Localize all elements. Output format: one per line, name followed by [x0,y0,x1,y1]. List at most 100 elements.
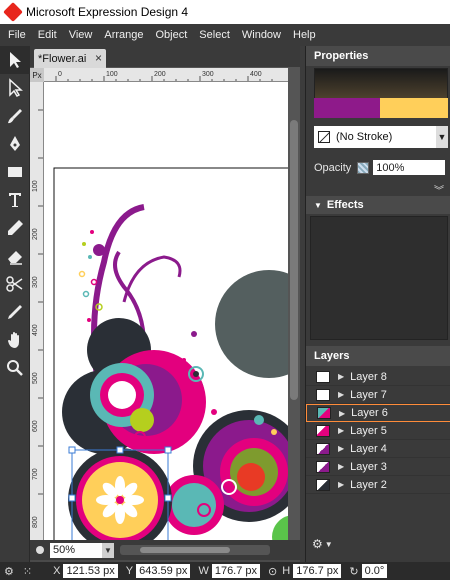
width-field[interactable]: 176.7 px [211,564,261,578]
rotate-icon: ↻ [349,565,359,578]
layer-row[interactable]: ▶ Layer 3 [306,458,450,476]
expand-arrow-icon[interactable]: ▶ [338,444,344,453]
selection-tool[interactable] [0,46,30,74]
expand-arrow-icon[interactable]: ▶ [338,462,344,471]
selection-arrow-icon [10,52,21,68]
effects-expand-icon: ▼ [314,200,322,210]
layers-options-gear-icon[interactable]: ⚙ [312,537,323,551]
collapse-chevron-icon[interactable]: ︾ [434,182,444,197]
hand-icon [8,332,19,348]
ruler-top-label: 300 [202,71,214,78]
swatch-purple[interactable] [314,98,380,118]
opacity-field[interactable]: 100% [373,160,446,175]
layer-thumbnail [317,407,331,419]
expand-arrow-icon[interactable]: ▶ [338,372,344,381]
x-label: X [53,565,61,577]
vertical-scrollbar[interactable] [288,68,300,552]
artboard-canvas[interactable] [44,82,288,552]
layer-thumbnail [316,388,330,401]
stroke-value: (No Stroke) [336,131,393,143]
zoom-bar: 50% ▼ [30,540,300,560]
eraser-icon [8,251,22,265]
eyedropper-icon [8,305,22,319]
layer-name: Layer 3 [350,460,387,473]
layer-row[interactable]: ▶ Layer 8 [306,368,450,386]
layer-thumbnail [316,478,330,491]
brush-tool[interactable] [0,102,30,130]
expand-arrow-icon[interactable]: ▶ [338,480,344,489]
ruler-top-label: 0 [58,71,62,78]
ruler-left-label: 800 [32,516,39,528]
layer-row[interactable]: ▶ Layer 2 [306,476,450,494]
layers-header: Layers [306,346,450,366]
document-area: *Flower.ai × Px 0 100 200 300 400 100 20… [30,46,300,566]
rectangle-tool[interactable] [0,158,30,186]
ruler-left-label: 700 [32,468,39,480]
horizontal-scrollbar[interactable] [120,545,270,555]
flower-artwork [53,167,288,552]
expand-arrow-icon[interactable]: ▶ [338,426,344,435]
zoom-value: 50% [53,544,76,556]
menu-bar: File Edit View Arrange Object Select Win… [0,24,450,46]
menu-object[interactable]: Object [150,29,194,41]
menu-help[interactable]: Help [287,29,322,41]
height-field[interactable]: 176.7 px [293,564,342,578]
angle-field[interactable]: 0.0° [361,564,388,578]
menu-edit[interactable]: Edit [32,29,63,41]
menu-view[interactable]: View [63,29,99,41]
hand-tool[interactable] [0,326,30,354]
scissors-tool[interactable] [0,270,30,298]
opacity-checker-icon [357,161,370,174]
chevron-down-icon[interactable]: ▼ [325,540,333,549]
zoom-indicator-icon [36,546,44,554]
zoom-tool[interactable] [0,354,30,382]
swatch-yellow[interactable] [380,98,448,118]
rectangle-icon [8,167,22,177]
registration-point-icon[interactable]: ⁙ [23,565,32,578]
h-label: H [282,565,291,577]
magnifier-icon [7,360,23,376]
opacity-label: Opacity [314,161,352,174]
layers-list: ▶ Layer 8 ▶ Layer 7 ▶ Layer 6 ▶ Layer 5 … [306,368,450,494]
layer-row[interactable]: ▶ Layer 7 [306,386,450,404]
vertical-scroll-thumb[interactable] [290,120,298,400]
layer-name: Layer 6 [351,407,388,419]
pencil-tool[interactable] [0,214,30,242]
ruler-left-label: 100 [32,180,39,192]
direct-selection-tool[interactable] [0,74,30,102]
text-tool[interactable] [0,186,30,214]
layer-row[interactable]: ▶ Layer 4 [306,440,450,458]
horizontal-scroll-thumb[interactable] [140,547,230,553]
expand-arrow-icon[interactable]: ▶ [339,409,345,418]
document-tab-row: *Flower.ai × [30,46,300,68]
y-position-field[interactable]: 643.59 px [136,564,191,578]
expand-arrow-icon[interactable]: ▶ [338,390,344,399]
menu-arrange[interactable]: Arrange [98,29,149,41]
pen-tool[interactable] [0,130,30,158]
menu-window[interactable]: Window [236,29,287,41]
chevron-down-icon[interactable]: ▼ [102,542,114,558]
layer-name: Layer 7 [350,388,387,401]
layer-row-selected[interactable]: ▶ Layer 6 [306,404,450,422]
ruler-top-label: 100 [106,71,118,78]
layer-thumbnail [316,424,330,437]
zoom-select[interactable]: 50% ▼ [50,542,114,558]
menu-file[interactable]: File [2,29,32,41]
fill-swatches [314,98,448,118]
link-icon[interactable]: ⊙ [268,565,277,578]
effects-header[interactable]: ▼ Effects [306,196,450,214]
eyedropper-tool[interactable] [0,298,30,326]
layer-thumbnail [316,370,330,383]
vertical-ruler-ticks: 100 200 300 400 500 600 700 800 [32,109,43,543]
ruler-top-label: 200 [154,71,166,78]
chevron-down-icon[interactable]: ▼ [436,126,448,148]
document-tab[interactable]: *Flower.ai × [34,49,106,68]
ruler-left-label: 400 [32,324,39,336]
eraser-tool[interactable] [0,242,30,270]
stroke-select[interactable]: (No Stroke) [314,126,436,148]
gear-icon[interactable]: ⚙ [4,565,14,578]
menu-select[interactable]: Select [193,29,236,41]
close-icon[interactable]: × [95,51,102,65]
layer-row[interactable]: ▶ Layer 5 [306,422,450,440]
x-position-field[interactable]: 121.53 px [63,564,118,578]
